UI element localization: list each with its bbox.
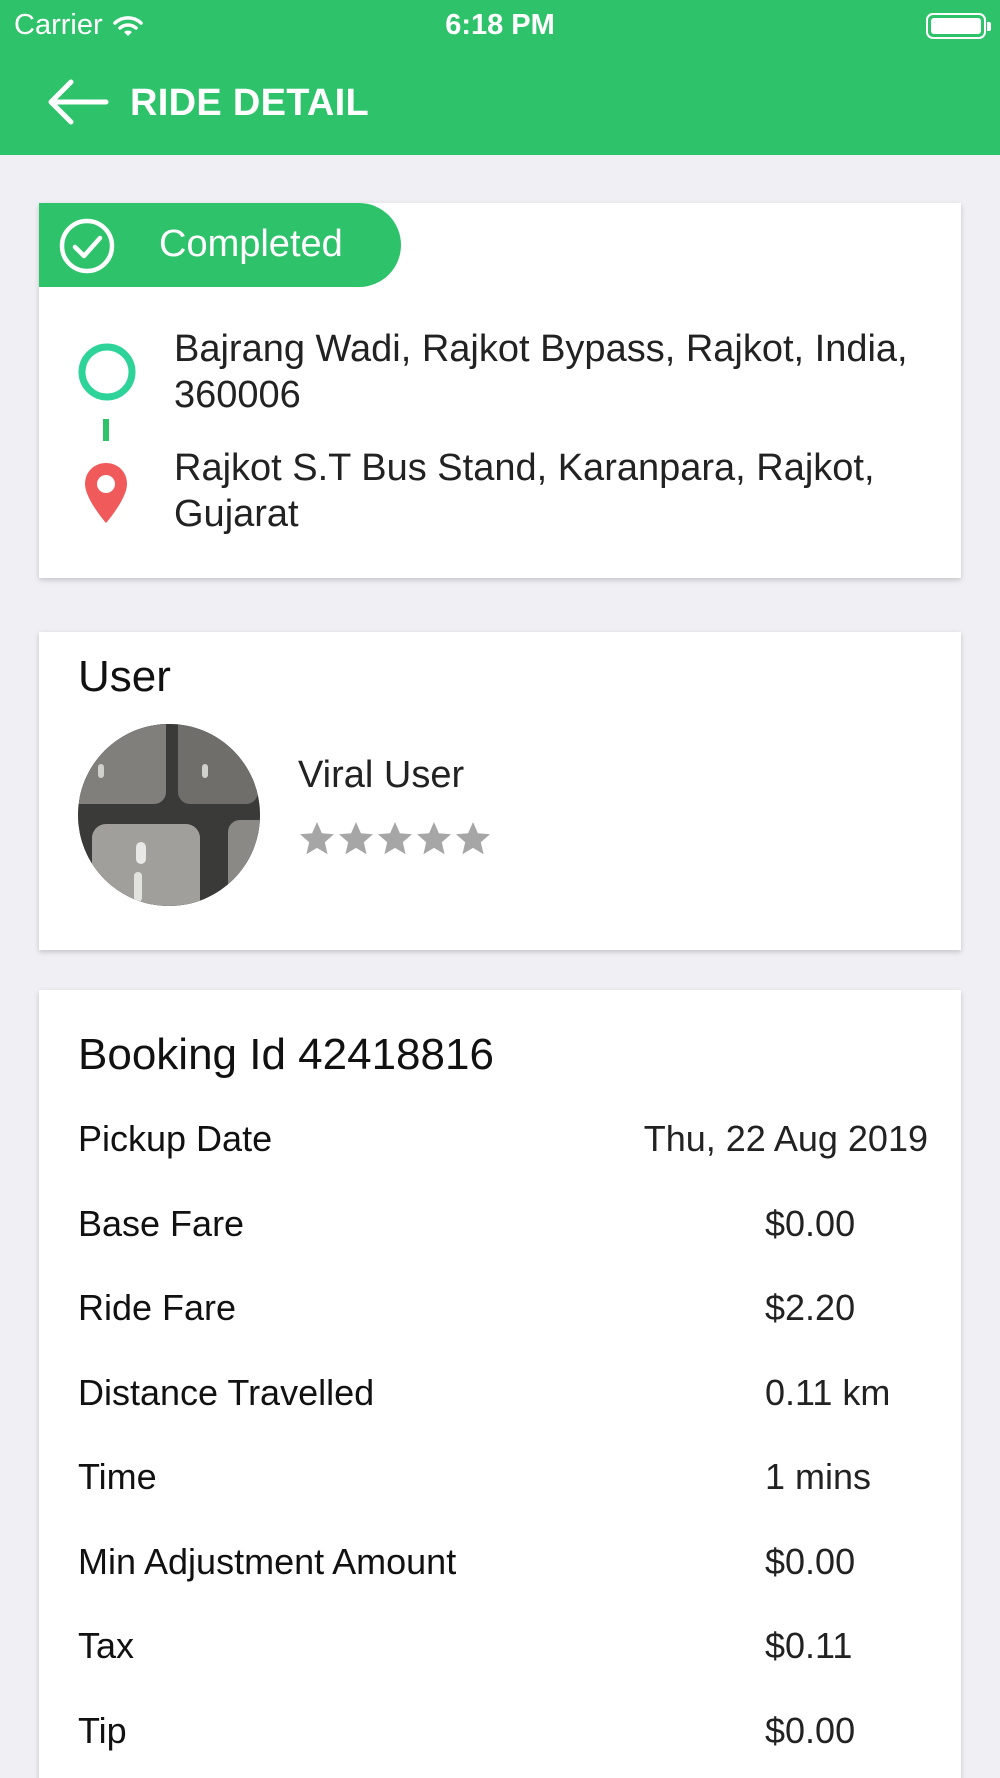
fare-row-pickup-date: Pickup Date Thu, 22 Aug 2019 <box>78 1118 928 1168</box>
user-section-title: User <box>78 652 171 701</box>
fare-value: $0.11 <box>765 1625 853 1666</box>
battery-icon <box>926 13 991 39</box>
fare-value: $0.00 <box>765 1710 856 1751</box>
back-button[interactable] <box>46 77 110 127</box>
fare-row-ride-fare: Ride Fare $2.20 <box>78 1287 928 1337</box>
fare-row-min-adjustment: Min Adjustment Amount $0.00 <box>78 1541 928 1591</box>
star-icon <box>339 822 373 855</box>
avatar <box>78 724 260 906</box>
clock-time: 6:18 PM <box>445 9 555 41</box>
route-connector-line <box>103 419 109 441</box>
location-pin-icon <box>85 463 127 523</box>
user-name: Viral User <box>298 754 465 796</box>
booking-card: Booking Id 42418816 Pickup Date Thu, 22 … <box>39 990 961 1778</box>
page-title: RIDE DETAIL <box>130 82 370 124</box>
fare-label: Time <box>78 1456 157 1497</box>
fare-label: Distance Travelled <box>78 1372 375 1413</box>
star-icon <box>378 822 412 855</box>
fare-label: Base Fare <box>78 1203 245 1244</box>
status-label: Completed <box>159 223 343 265</box>
fare-label: Tip <box>78 1710 127 1751</box>
pickup-address: Bajrang Wadi, Rajkot Bypass, Rajkot, Ind… <box>174 328 908 416</box>
star-icon <box>300 822 334 855</box>
fare-value: 0.11 km <box>765 1372 891 1413</box>
avatar-photo <box>78 724 260 906</box>
fare-value: $2.20 <box>765 1287 856 1328</box>
user-card: User Viral User <box>39 632 961 950</box>
star-icon <box>456 822 490 855</box>
fare-label: Tax <box>78 1625 135 1666</box>
fare-row-tax: Tax $0.11 <box>78 1625 928 1675</box>
pickup-circle-icon <box>78 343 136 401</box>
fare-row-time: Time 1 mins <box>78 1456 928 1506</box>
arrow-left-icon <box>48 79 109 125</box>
check-circle-icon <box>59 218 115 274</box>
route-card: Completed Bajrang Wadi, Rajkot Bypass, R… <box>39 203 961 578</box>
fare-row-tip: Tip $0.00 <box>78 1710 928 1760</box>
fare-label: Ride Fare <box>78 1287 237 1328</box>
fare-value: $0.00 <box>765 1203 856 1244</box>
drop-address: Rajkot S.T Bus Stand, Karanpara, Rajkot,… <box>174 447 875 535</box>
fare-value: 1 mins <box>765 1456 872 1497</box>
app-header: Carrier 6:18 PM RIDE DETAIL <box>0 0 1000 155</box>
fare-value: $0.00 <box>765 1541 856 1582</box>
fare-label: Pickup Date <box>78 1118 273 1159</box>
fare-row-base-fare: Base Fare $0.00 <box>78 1203 928 1253</box>
fare-value: Thu, 22 Aug 2019 <box>643 1118 928 1159</box>
fare-row-distance: Distance Travelled 0.11 km <box>78 1372 928 1422</box>
status-bar: Carrier 6:18 PM <box>0 0 1000 50</box>
rating-stars <box>298 820 492 858</box>
fare-label: Min Adjustment Amount <box>78 1541 457 1582</box>
nav-bar: RIDE DETAIL <box>0 70 1000 135</box>
booking-id: Booking Id 42418816 <box>78 1030 494 1079</box>
status-badge: Completed <box>39 203 401 287</box>
star-icon <box>417 822 451 855</box>
